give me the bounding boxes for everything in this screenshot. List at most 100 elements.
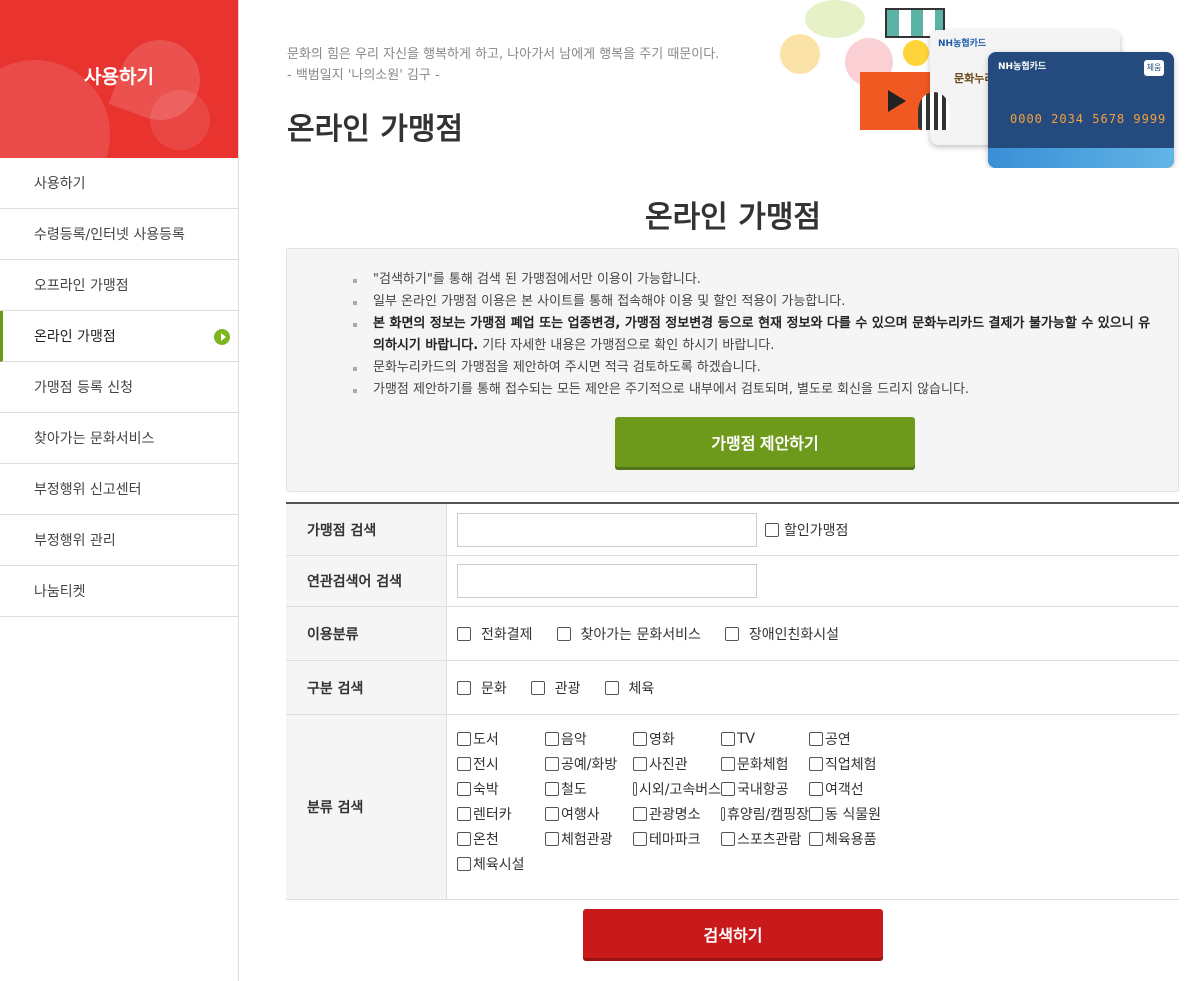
checkbox[interactable]	[545, 807, 559, 821]
search-button[interactable]: 검색하기	[583, 909, 883, 958]
category-option-checkbox[interactable]: 문화체험	[721, 754, 809, 774]
sidebar-item-label: 오프라인 가맹점	[34, 278, 129, 294]
decorative-circle	[903, 40, 929, 66]
sidebar-item[interactable]: 나눔티켓	[0, 566, 238, 617]
sidebar-item[interactable]: 온라인 가맹점	[0, 311, 238, 362]
sidebar-item[interactable]: 오프라인 가맹점	[0, 260, 238, 311]
checkbox[interactable]	[633, 807, 647, 821]
sidebar-item[interactable]: 가맹점 등록 신청	[0, 362, 238, 413]
checkbox[interactable]	[545, 832, 559, 846]
related-search-input[interactable]	[457, 564, 757, 598]
category-option-checkbox[interactable]: 직업체험	[809, 754, 901, 774]
checkbox[interactable]	[633, 732, 647, 746]
quote-author: - 백범일지 '나의소원' 김구 -	[287, 68, 440, 83]
sidebar-title: 사용하기	[84, 66, 154, 88]
category-option-checkbox[interactable]: 테마파크	[633, 829, 721, 849]
checkbox[interactable]	[809, 807, 823, 821]
checkbox[interactable]	[457, 807, 471, 821]
checkbox[interactable]	[633, 782, 637, 796]
checkbox[interactable]	[633, 832, 647, 846]
checkbox[interactable]	[457, 732, 471, 746]
checkbox[interactable]	[721, 807, 725, 821]
checkbox[interactable]	[765, 522, 779, 537]
checkbox[interactable]	[457, 757, 471, 771]
checkbox[interactable]	[721, 832, 735, 846]
category-option-checkbox[interactable]: 동 식물원	[809, 804, 901, 824]
checkbox[interactable]	[633, 757, 647, 771]
card-brand: NH농협카드	[998, 62, 1047, 72]
discount-store-checkbox[interactable]: 할인가맹점	[765, 520, 848, 540]
checkbox[interactable]	[809, 732, 823, 746]
sidebar-item-label: 부정행위 신고센터	[34, 482, 142, 498]
category-option-checkbox[interactable]: 공연	[809, 729, 901, 749]
checkbox[interactable]	[604, 680, 619, 695]
checkbox[interactable]	[809, 782, 823, 796]
search-row-store: 가맹점 검색 할인가맹점	[286, 504, 1179, 556]
category-option-checkbox[interactable]: 스포츠관람	[721, 829, 809, 849]
sidebar-item-label: 온라인 가맹점	[34, 329, 116, 345]
header-quote: 문화의 힘은 우리 자신을 행복하게 하고, 나아가서 남에게 행복을 주기 때…	[287, 44, 719, 86]
category-option-checkbox[interactable]: 숙박	[457, 779, 545, 799]
checkbox[interactable]	[457, 680, 471, 695]
category-checkbox-grid: 도서 음악 영화 TV 공연전시 공예/화방 사진관 문화체험 직업체험숙박 철도 시외/고속버스 국…	[457, 715, 901, 886]
popcorn-icon	[918, 92, 950, 130]
checkbox[interactable]	[530, 680, 545, 695]
checkbox[interactable]	[809, 832, 823, 846]
search-form: 가맹점 검색 할인가맹점 연관검색어 검색 이용분류 전화결제 찾아가는 문화서비…	[286, 502, 1179, 900]
checkbox[interactable]	[721, 757, 735, 771]
category-option-checkbox[interactable]: 휴양림/캠핑장	[721, 804, 809, 824]
search-row-type: 구분 검색 문화 관광 체육	[286, 661, 1179, 715]
sidebar-item[interactable]: 부정행위 관리	[0, 515, 238, 566]
sidebar-menu: 사용하기수령등록/인터넷 사용등록오프라인 가맹점온라인 가맹점가맹점 등록 신…	[0, 158, 238, 617]
category-option-checkbox[interactable]: 음악	[545, 729, 633, 749]
type-option-checkbox[interactable]: 관광	[530, 678, 581, 698]
category-option-checkbox[interactable]: 렌터카	[457, 804, 545, 824]
usage-option-checkbox[interactable]: 찾아가는 문화서비스	[556, 624, 701, 644]
checkbox[interactable]	[556, 626, 571, 641]
checkbox[interactable]	[457, 626, 471, 641]
usage-option-checkbox[interactable]: 전화결제	[457, 624, 533, 644]
checkbox[interactable]	[721, 732, 735, 746]
category-option-checkbox[interactable]: 체육시설	[457, 854, 545, 874]
notice-item: 본 화면의 정보는 가맹점 폐업 또는 업종변경, 가맹점 정보변경 등으로 현…	[351, 313, 1151, 357]
category-option-checkbox[interactable]: 여행사	[545, 804, 633, 824]
checkbox[interactable]	[724, 626, 739, 641]
decorative-circle	[805, 0, 865, 38]
category-option-checkbox[interactable]: 도서	[457, 729, 545, 749]
notice-text: 기타 자세한 내용은 가맹점으로 확인 하시기 바랍니다.	[478, 338, 775, 353]
category-option-checkbox[interactable]: TV	[721, 729, 809, 749]
category-option-checkbox[interactable]: 관광명소	[633, 804, 721, 824]
checkbox[interactable]	[545, 782, 559, 796]
category-option-checkbox[interactable]: 온천	[457, 829, 545, 849]
category-option-checkbox[interactable]: 여객선	[809, 779, 901, 799]
sidebar-header: 사용하기	[0, 0, 238, 158]
sidebar-item[interactable]: 사용하기	[0, 158, 238, 209]
suggest-store-button[interactable]: 가맹점 제안하기	[615, 417, 915, 467]
usage-option-checkbox[interactable]: 장애인친화시설	[724, 624, 839, 644]
category-option-checkbox[interactable]: 영화	[633, 729, 721, 749]
sidebar-item[interactable]: 부정행위 신고센터	[0, 464, 238, 515]
category-option-checkbox[interactable]: 국내항공	[721, 779, 809, 799]
type-option-checkbox[interactable]: 체육	[604, 678, 654, 698]
category-option-checkbox[interactable]: 공예/화방	[545, 754, 633, 774]
type-option-checkbox[interactable]: 문화	[457, 678, 507, 698]
checkbox[interactable]	[721, 782, 735, 796]
sidebar-item[interactable]: 찾아가는 문화서비스	[0, 413, 238, 464]
checkbox[interactable]	[457, 782, 471, 796]
category-option-checkbox[interactable]: 철도	[545, 779, 633, 799]
notice-item: "검색하기"를 통해 검색 된 가맹점에서만 이용이 가능합니다.	[351, 269, 1151, 291]
checkbox[interactable]	[545, 732, 559, 746]
checkbox[interactable]	[545, 757, 559, 771]
category-option-checkbox[interactable]: 체육용품	[809, 829, 901, 849]
sidebar-item-label: 수령등록/인터넷 사용등록	[34, 227, 185, 243]
category-option-checkbox[interactable]: 시외/고속버스	[633, 779, 721, 799]
category-option-checkbox[interactable]: 전시	[457, 754, 545, 774]
sidebar-item[interactable]: 수령등록/인터넷 사용등록	[0, 209, 238, 260]
category-option-checkbox[interactable]: 사진관	[633, 754, 721, 774]
store-search-input[interactable]	[457, 512, 757, 547]
category-option-checkbox[interactable]: 체험관광	[545, 829, 633, 849]
checkbox[interactable]	[457, 857, 471, 871]
checkbox[interactable]	[809, 757, 823, 771]
checkbox[interactable]	[457, 832, 471, 846]
notice-box: "검색하기"를 통해 검색 된 가맹점에서만 이용이 가능합니다. 일부 온라인 …	[286, 248, 1179, 492]
